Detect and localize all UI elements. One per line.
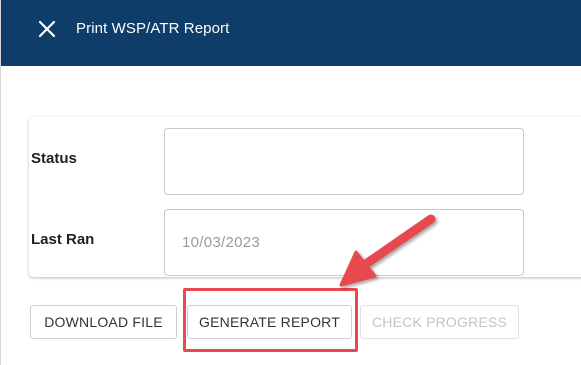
close-button[interactable] xyxy=(37,19,57,39)
last-ran-label: Last Ran xyxy=(31,231,95,248)
generate-report-button[interactable]: GENERATE REPORT xyxy=(187,305,352,339)
close-icon xyxy=(38,20,56,38)
status-field xyxy=(164,128,524,195)
title-bar: Print WSP/ATR Report xyxy=(1,0,581,66)
status-label: Status xyxy=(31,150,77,167)
check-progress-button: CHECK PROGRESS xyxy=(360,305,519,339)
dialog-title: Print WSP/ATR Report xyxy=(76,20,230,37)
print-report-dialog: Print WSP/ATR Report Status Last Ran 10/… xyxy=(0,0,581,365)
last-ran-value: 10/03/2023 xyxy=(182,234,261,251)
last-ran-field: 10/03/2023 xyxy=(164,209,524,276)
download-file-button[interactable]: DOWNLOAD FILE xyxy=(30,305,177,339)
